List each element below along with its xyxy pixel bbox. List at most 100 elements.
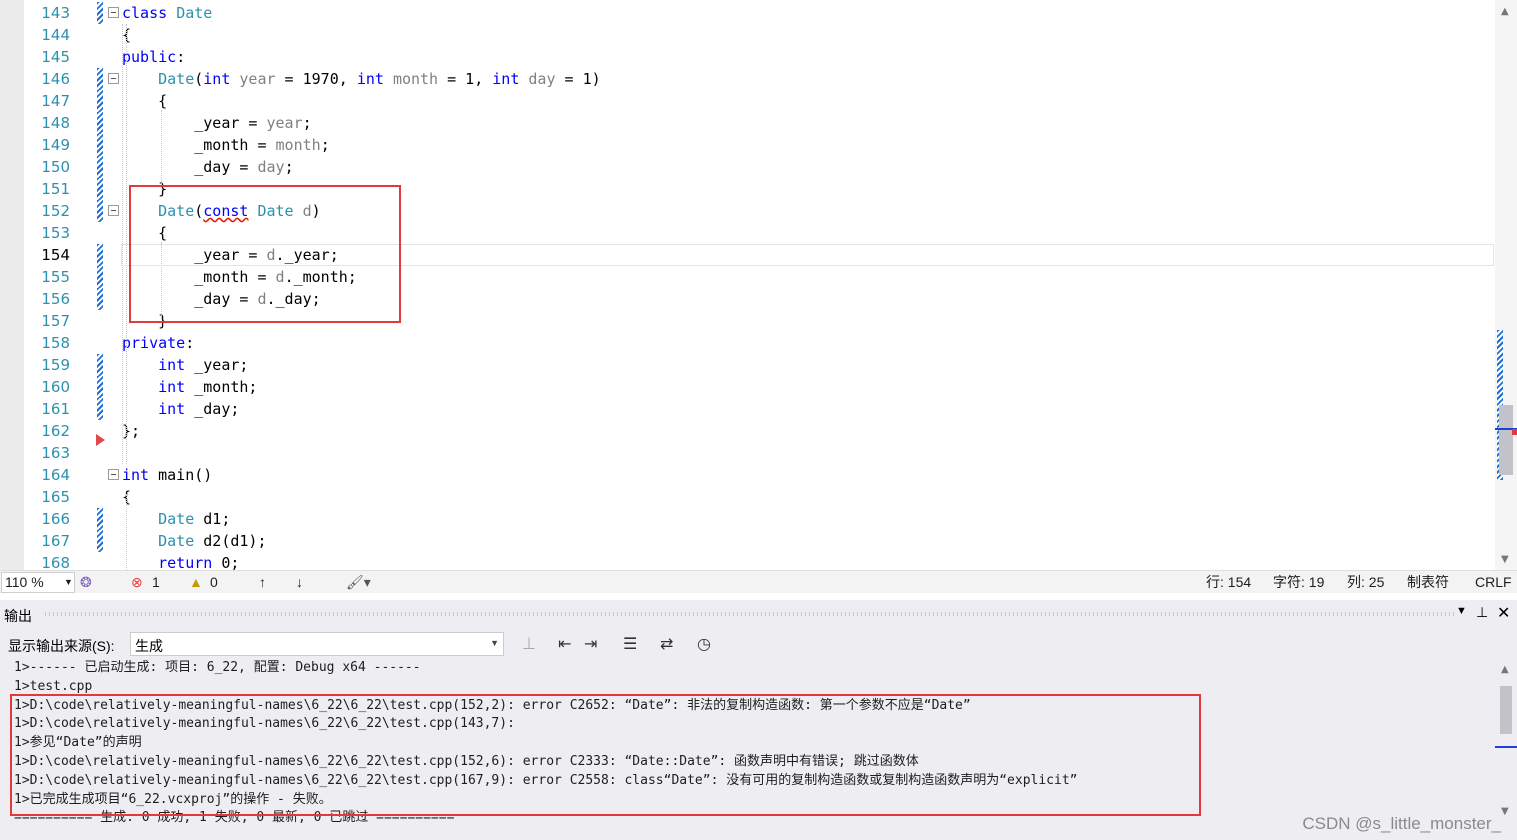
change-marker — [97, 156, 103, 178]
output-panel: 输出 ▼ ⊥ ✕ 显示输出来源(S): 生成 ▼ ⊥ ⇤ ⇥ ☰ ⇄ ◷ 1>-… — [0, 600, 1517, 840]
highlight-box-copy-constructor — [129, 185, 401, 323]
code-line[interactable]: 162}; — [0, 420, 1495, 442]
editor-vertical-scrollbar[interactable]: ▲ ▼ — [1495, 0, 1517, 570]
close-icon[interactable]: ✕ — [1497, 603, 1510, 623]
code-text: class Date — [122, 4, 213, 22]
cursor-row[interactable]: 行: 154 — [1206, 573, 1251, 591]
code-line[interactable]: 147 { — [0, 90, 1495, 112]
line-number: 147 — [41, 92, 70, 110]
cursor-col[interactable]: 列: 25 — [1347, 573, 1384, 591]
code-line[interactable]: 146 Date(int year = 1970, int month = 1,… — [0, 68, 1495, 90]
line-number: 162 — [41, 422, 70, 440]
code-line[interactable]: 148 _year = year; — [0, 112, 1495, 134]
code-line[interactable]: 165{ — [0, 486, 1495, 508]
indent-mode[interactable]: 制表符 — [1407, 573, 1449, 591]
indent-guide — [126, 494, 127, 570]
change-marker — [97, 244, 103, 266]
next-issue-icon[interactable]: ↓ — [296, 573, 303, 591]
line-number: 164 — [41, 466, 70, 484]
line-number: 149 — [41, 136, 70, 154]
warning-icon[interactable]: ▲ — [189, 573, 203, 591]
code-line[interactable]: 143 class Date — [0, 2, 1495, 24]
code-text: int main() — [122, 466, 213, 484]
warning-count[interactable]: 0 — [210, 573, 218, 591]
scroll-down-icon[interactable]: ▼ — [1501, 806, 1509, 817]
line-number: 144 — [41, 26, 70, 44]
code-text: Date d2(d1); — [158, 532, 267, 550]
scroll-up-icon[interactable]: ▲ — [1501, 664, 1509, 675]
find-message-icon[interactable]: ⊥ — [522, 634, 536, 653]
next-message-icon[interactable]: ⇥ — [584, 634, 597, 653]
change-marker — [97, 354, 103, 376]
code-line[interactable]: 145 public: — [0, 46, 1495, 68]
code-editor[interactable]: 143 class Date 144{145 public: 146 Date(int … — [0, 0, 1517, 570]
code-line[interactable]: 144{ — [0, 24, 1495, 46]
scroll-thumb[interactable] — [1500, 686, 1512, 734]
line-number: 165 — [41, 488, 70, 506]
zoom-value: 110 % — [5, 574, 44, 590]
line-number: 168 — [41, 554, 70, 570]
collapse-icon[interactable] — [108, 469, 119, 480]
panel-grip[interactable] — [45, 612, 1457, 616]
output-source-value: 生成 — [135, 638, 163, 654]
previous-message-icon[interactable]: ⇤ — [558, 634, 571, 653]
code-line[interactable]: 150 _day = day; — [0, 156, 1495, 178]
scroll-caret-marker — [1495, 746, 1517, 748]
chevron-down-icon: ▼ — [64, 577, 73, 587]
line-number: 154 — [41, 246, 70, 264]
output-vertical-scrollbar[interactable]: ▲ ▼ — [1495, 660, 1517, 840]
code-line[interactable]: 160 int _month; — [0, 376, 1495, 398]
line-number: 167 — [41, 532, 70, 550]
code-line[interactable]: 163 — [0, 442, 1495, 464]
previous-issue-icon[interactable]: ↑ — [259, 573, 266, 591]
code-line[interactable]: 164 int main() — [0, 464, 1495, 486]
change-marker — [97, 68, 103, 90]
code-line[interactable]: 149 _month = month; — [0, 134, 1495, 156]
error-count[interactable]: 1 — [152, 573, 160, 591]
code-line[interactable]: 161 int _day; — [0, 398, 1495, 420]
scroll-up-icon[interactable]: ▲ — [1501, 6, 1509, 17]
line-ending[interactable]: CRLF — [1475, 573, 1512, 591]
scroll-thumb[interactable] — [1499, 405, 1513, 475]
line-number: 159 — [41, 356, 70, 374]
output-source-label: 显示输出来源(S): — [8, 638, 115, 654]
code-line[interactable]: 158 private: — [0, 332, 1495, 354]
error-icon[interactable]: ⊗ — [131, 573, 143, 591]
code-line[interactable]: 159 int _year; — [0, 354, 1495, 376]
code-health-icon[interactable]: ❂ — [80, 573, 92, 591]
line-number: 153 — [41, 224, 70, 242]
change-marker — [97, 266, 103, 288]
code-cleanup-icon[interactable]: 🖌▾ — [346, 573, 371, 591]
code-line[interactable]: 167 Date d2(d1); — [0, 530, 1495, 552]
line-number: 151 — [41, 180, 70, 198]
change-marker — [97, 2, 103, 24]
scroll-down-icon[interactable]: ▼ — [1501, 554, 1509, 565]
code-line[interactable]: 166 Date d1; — [0, 508, 1495, 530]
editor-status-bar: 110 % ▼ ❂ ⊗ 1 ▲ 0 ↑ ↓ 🖌▾ 行: 154 字符: 19 列… — [0, 570, 1517, 593]
line-number: 157 — [41, 312, 70, 330]
code-text: _year = year; — [122, 114, 312, 132]
collapse-icon[interactable] — [108, 205, 119, 216]
clear-all-icon[interactable]: ☰ — [623, 634, 637, 653]
zoom-select[interactable]: 110 % ▼ — [1, 572, 75, 593]
cursor-char[interactable]: 字符: 19 — [1273, 573, 1324, 591]
word-wrap-icon[interactable]: ⇄ — [660, 634, 673, 653]
code-text: Date d1; — [158, 510, 231, 528]
change-marker — [97, 178, 103, 200]
collapse-icon[interactable] — [108, 7, 119, 18]
code-line[interactable]: 168 return 0; — [0, 552, 1495, 570]
pin-icon[interactable]: ⊥ — [1476, 604, 1488, 621]
line-number: 166 — [41, 510, 70, 528]
line-number: 161 — [41, 400, 70, 418]
code-text: private: — [122, 334, 195, 352]
clock-icon[interactable]: ◷ — [697, 634, 711, 653]
panel-menu-chevron-icon[interactable]: ▼ — [1456, 605, 1467, 617]
collapse-icon[interactable] — [108, 73, 119, 84]
line-number: 146 — [41, 70, 70, 88]
change-marker — [97, 112, 103, 134]
change-marker — [97, 90, 103, 112]
code-text: Date(int year = 1970, int month = 1, int… — [158, 70, 601, 88]
line-number: 156 — [41, 290, 70, 308]
output-source-select[interactable]: 生成 ▼ — [130, 632, 504, 656]
code-text: public: — [122, 48, 186, 66]
